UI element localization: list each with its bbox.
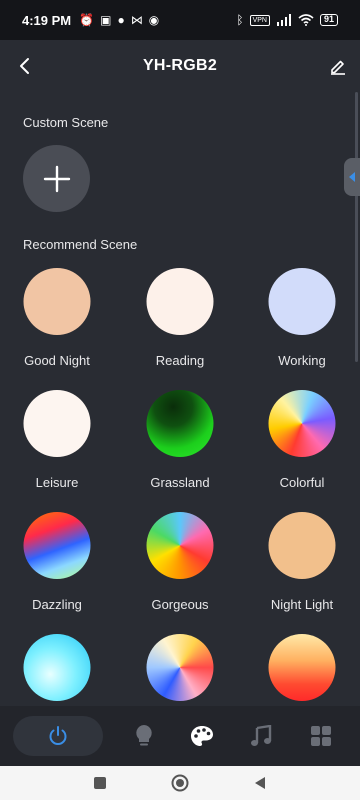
status-right: ᛒ VPN 91 — [236, 14, 338, 26]
custom-scene-title: Custom Scene — [23, 115, 109, 130]
scene-swatch — [23, 390, 91, 457]
scene-swatch — [23, 512, 91, 579]
bottom-tab-bar — [0, 706, 360, 766]
chat-icon: ● — [117, 13, 125, 27]
scene-swatch — [146, 390, 214, 457]
scene-label: Dazzling — [32, 597, 82, 612]
scene-label: Night Light — [270, 597, 334, 612]
status-bar: 4:19 PM ⏰ ▣ ● ⋈ ◉ ᛒ VPN 91 — [0, 0, 360, 40]
scene-label: Colorful — [279, 475, 325, 490]
tab-more[interactable] — [305, 716, 337, 756]
system-navigation-bar — [0, 766, 360, 800]
grid-icon — [311, 726, 331, 746]
status-time: 4:19 PM — [22, 12, 72, 28]
scene-label: Good Night — [24, 353, 90, 368]
signal-icon — [276, 14, 291, 26]
back-arrow-icon — [20, 58, 29, 74]
music-icon — [251, 725, 272, 746]
scene-swatch — [23, 268, 91, 335]
square-icon — [94, 777, 106, 789]
tab-light[interactable] — [128, 716, 160, 756]
recommend-scene-title: Recommend Scene — [23, 237, 138, 252]
plus-icon — [43, 165, 70, 192]
back-nav-button[interactable] — [250, 773, 270, 793]
scene-good-night[interactable]: Good Night — [2, 268, 112, 388]
scene-label: Reading — [155, 353, 205, 368]
pencil-icon — [331, 60, 345, 75]
nfc-icon: ▣ — [100, 13, 112, 27]
scene-grassland[interactable]: Grassland — [125, 390, 235, 510]
scene-label: Gorgeous — [151, 597, 209, 612]
scene-swatch — [268, 268, 336, 335]
battery-indicator: 91 — [319, 14, 338, 26]
status-left: 4:19 PM ⏰ ▣ ● ⋈ ◉ — [22, 13, 159, 28]
edit-button[interactable] — [322, 50, 354, 82]
side-drawer-handle[interactable] — [344, 158, 360, 196]
scene-night-light[interactable]: Night Light — [247, 512, 357, 632]
scene-swatch — [146, 268, 214, 335]
scene-label: Leisure — [35, 475, 79, 490]
scene-reading[interactable]: Reading — [125, 268, 235, 388]
alarm-off-icon: ⏰ — [79, 13, 95, 27]
recents-button[interactable] — [90, 773, 110, 793]
scene-colorful[interactable]: Colorful — [247, 390, 357, 510]
add-custom-scene-button[interactable] — [23, 145, 90, 212]
circle-icon — [171, 774, 189, 792]
tab-power[interactable] — [13, 716, 103, 756]
scene-swatch — [268, 390, 336, 457]
back-button[interactable] — [8, 50, 40, 82]
scene-gorgeous[interactable]: Gorgeous — [125, 512, 235, 632]
scene-swatch — [268, 512, 336, 579]
scene-label: Working — [278, 353, 326, 368]
tab-music[interactable] — [245, 716, 277, 756]
app-icon: ◉ — [148, 13, 160, 27]
share-icon: ⋈ — [130, 13, 143, 27]
scene-leisure[interactable]: Leisure — [2, 390, 112, 510]
scene-swatch — [146, 512, 214, 579]
scene-working[interactable]: Working — [247, 268, 357, 388]
bluetooth-icon: ᛒ — [236, 13, 244, 27]
vpn-badge: VPN — [249, 14, 270, 26]
power-icon — [49, 726, 67, 745]
scene-swatch — [268, 634, 336, 701]
tab-scene[interactable] — [186, 716, 218, 756]
app-header: YH-RGB2 — [0, 40, 360, 92]
palette-icon — [191, 726, 213, 746]
triangle-back-icon — [255, 777, 265, 789]
page-title: YH-RGB2 — [142, 57, 218, 74]
scene-label: Grassland — [150, 475, 210, 490]
home-button[interactable] — [170, 773, 190, 793]
scene-swatch — [23, 634, 91, 701]
scene-swatch — [146, 634, 214, 701]
wifi-icon — [298, 14, 314, 26]
scene-dazzling[interactable]: Dazzling — [2, 512, 112, 632]
caret-left-icon — [349, 172, 355, 182]
bulb-icon — [136, 725, 152, 746]
